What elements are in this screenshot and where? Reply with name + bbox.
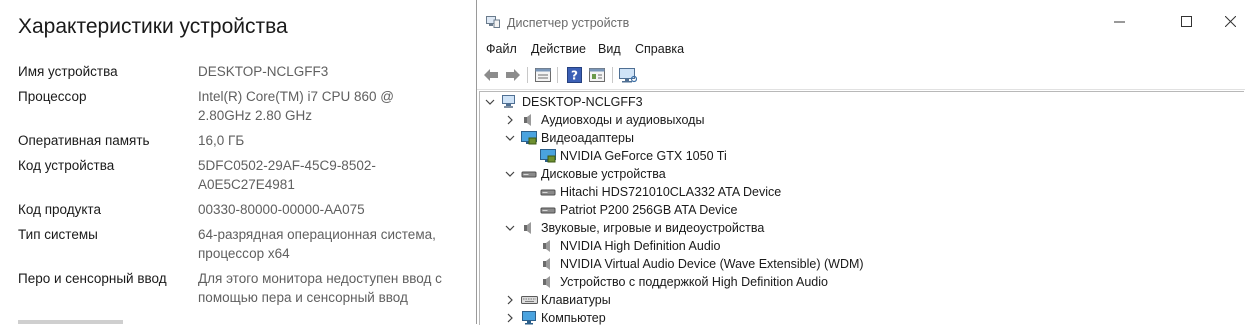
spec-label: Оперативная память bbox=[18, 133, 150, 148]
tree-label: NVIDIA High Definition Audio bbox=[560, 239, 721, 253]
toolbar-separator bbox=[557, 67, 558, 83]
computer-icon bbox=[522, 311, 536, 325]
spec-label: Имя устройства bbox=[18, 64, 118, 79]
minimize-button[interactable] bbox=[1096, 6, 1142, 36]
disk-drive-icon bbox=[521, 171, 537, 178]
menu-file[interactable]: Файл bbox=[486, 42, 517, 56]
tree-item-hitachi[interactable]: Hitachi HDS721010CLA332 ATA Device bbox=[480, 183, 1240, 201]
spec-value[interactable]: 16,0 ГБ bbox=[198, 131, 466, 150]
tree-item-hd-audio-device[interactable]: Устройство с поддержкой High Definition … bbox=[480, 273, 1240, 291]
tree-item-keyboards[interactable]: Клавиатуры bbox=[480, 291, 1240, 309]
device-tree: DESKTOP-NCLGFF3 Аудиовходы и аудиовыходы… bbox=[479, 91, 1244, 325]
disk-drive-icon bbox=[540, 189, 556, 196]
spec-label: Перо и сенсорный ввод bbox=[18, 271, 167, 286]
settings-about-panel: Характеристики устройства Имя устройства… bbox=[0, 0, 476, 324]
maximize-icon bbox=[1180, 15, 1192, 27]
spec-value[interactable]: 64-разрядная операционная система, проце… bbox=[198, 225, 466, 263]
back-icon bbox=[484, 69, 498, 81]
tree-item-nvidia-hda[interactable]: NVIDIA High Definition Audio bbox=[480, 237, 1240, 255]
spec-label: Код продукта bbox=[18, 202, 101, 217]
spec-value[interactable]: DESKTOP-NCLGFF3 bbox=[198, 62, 466, 81]
tree-label: Клавиатуры bbox=[541, 293, 611, 307]
tree-item-nvidia-virtual-audio[interactable]: NVIDIA Virtual Audio Device (Wave Extens… bbox=[480, 255, 1240, 273]
tree-root[interactable]: DESKTOP-NCLGFF3 bbox=[480, 93, 1240, 111]
properties-button[interactable] bbox=[533, 65, 553, 85]
display-adapter-icon bbox=[540, 149, 556, 163]
tree-label: Дисковые устройства bbox=[541, 167, 666, 181]
close-button[interactable] bbox=[1207, 6, 1245, 36]
tree-item-computer[interactable]: Компьютер bbox=[480, 309, 1240, 325]
tree-label: Аудиовходы и аудиовыходы bbox=[541, 113, 705, 127]
device-manager-app-icon bbox=[486, 16, 500, 28]
spec-value[interactable]: Для этого монитора недоступен ввод с пом… bbox=[198, 269, 466, 307]
spec-value[interactable]: Intel(R) Core(TM) i7 CPU 860 @ 2.80GHz 2… bbox=[198, 87, 466, 125]
help-icon: ? bbox=[566, 67, 582, 83]
help-button[interactable]: ? bbox=[564, 65, 584, 85]
speaker-icon bbox=[543, 276, 550, 288]
page-title: Характеристики устройства bbox=[18, 15, 288, 38]
toolbar-separator bbox=[612, 67, 613, 83]
properties-icon bbox=[535, 68, 551, 82]
speaker-icon bbox=[543, 240, 550, 252]
tree-label: Устройство с поддержкой High Definition … bbox=[560, 275, 828, 289]
minimize-icon bbox=[1113, 21, 1125, 22]
menu-help[interactable]: Справка bbox=[635, 42, 684, 56]
spec-label: Тип системы bbox=[18, 227, 98, 242]
title-bar[interactable]: Диспетчер устройств bbox=[477, 0, 1245, 38]
toolbar: ? bbox=[477, 61, 1245, 90]
menu-bar: Файл Действие Вид Справка bbox=[477, 38, 1245, 60]
tree-label: NVIDIA GeForce GTX 1050 Ti bbox=[560, 149, 727, 163]
back-button[interactable] bbox=[481, 65, 501, 85]
close-icon bbox=[1224, 15, 1236, 27]
forward-icon bbox=[506, 69, 520, 81]
chevron-down-icon[interactable] bbox=[505, 133, 515, 143]
computer-icon bbox=[502, 95, 515, 108]
view-icon bbox=[589, 68, 605, 82]
tree-item-gtx1050ti[interactable]: NVIDIA GeForce GTX 1050 Ti bbox=[480, 147, 1240, 165]
toolbar-separator bbox=[527, 67, 528, 83]
tree-item-patriot[interactable]: Patriot P200 256GB ATA Device bbox=[480, 201, 1240, 219]
chevron-down-icon[interactable] bbox=[505, 169, 515, 179]
tree-label: DESKTOP-NCLGFF3 bbox=[522, 95, 643, 109]
speaker-icon bbox=[524, 222, 531, 234]
tree-item-audio-io[interactable]: Аудиовходы и аудиовыходы bbox=[480, 111, 1240, 129]
svg-text:?: ? bbox=[571, 69, 578, 83]
menu-action[interactable]: Действие bbox=[531, 42, 586, 56]
tree-item-disk-drives[interactable]: Дисковые устройства bbox=[480, 165, 1240, 183]
menu-view[interactable]: Вид bbox=[598, 42, 621, 56]
spec-label: Код устройства bbox=[18, 158, 115, 173]
scan-hardware-button[interactable] bbox=[618, 65, 638, 85]
audio-io-icon bbox=[524, 114, 531, 126]
tree-label: Hitachi HDS721010CLA332 ATA Device bbox=[560, 185, 782, 199]
tree-label: Видеоадаптеры bbox=[541, 131, 634, 145]
tree-label: Компьютер bbox=[541, 311, 606, 325]
keyboard-icon bbox=[521, 296, 538, 304]
tree-item-display-adapters[interactable]: Видеоадаптеры bbox=[480, 129, 1240, 147]
chevron-right-icon[interactable] bbox=[505, 115, 515, 125]
chevron-down-icon[interactable] bbox=[505, 223, 515, 233]
chevron-down-icon[interactable] bbox=[485, 97, 495, 107]
spec-value[interactable]: 00330-80000-00000-AA075 bbox=[198, 200, 466, 219]
spec-value[interactable]: 5DFC0502-29AF-45C9-8502- A0E5C27E4981 bbox=[198, 156, 466, 194]
view-button[interactable] bbox=[587, 65, 607, 85]
forward-button[interactable] bbox=[503, 65, 523, 85]
maximize-button[interactable] bbox=[1163, 6, 1209, 36]
monitor-scan-icon bbox=[619, 67, 637, 82]
chevron-right-icon[interactable] bbox=[505, 295, 515, 305]
copy-button-edge[interactable] bbox=[18, 320, 123, 324]
device-manager-window: Диспетчер устройств Файл Действие Вид Сп… bbox=[476, 0, 1245, 325]
chevron-right-icon[interactable] bbox=[505, 313, 515, 323]
tree-label: Patriot P200 256GB ATA Device bbox=[560, 203, 738, 217]
speaker-icon bbox=[543, 258, 550, 270]
tree-item-sound-devices[interactable]: Звуковые, игровые и видеоустройства bbox=[480, 219, 1240, 237]
spec-label: Процессор bbox=[18, 89, 87, 104]
tree-label: Звуковые, игровые и видеоустройства bbox=[541, 221, 765, 235]
window-title: Диспетчер устройств bbox=[507, 16, 630, 30]
display-adapter-icon bbox=[521, 131, 537, 145]
disk-drive-icon bbox=[540, 207, 556, 214]
tree-label: NVIDIA Virtual Audio Device (Wave Extens… bbox=[560, 257, 864, 271]
